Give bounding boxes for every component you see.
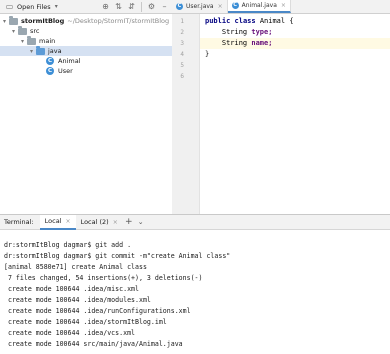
tree-item-label: main bbox=[39, 37, 56, 45]
tab-terminal-local[interactable]: Local × bbox=[39, 214, 76, 230]
tree-item-label: Animal bbox=[58, 57, 81, 65]
code-editor[interactable]: public class Animal { String type; Strin… bbox=[200, 14, 390, 214]
tree-item-label: src bbox=[30, 27, 40, 35]
tree-item-path: ~/Desktop/StormIT/stormItBlog bbox=[67, 17, 170, 25]
closing-brace: } bbox=[205, 50, 210, 58]
code-line-1[interactable]: public class Animal { bbox=[200, 16, 390, 27]
java-class-icon: C bbox=[176, 2, 183, 10]
terminal-line: create mode 100644 .idea/stormItBlog.iml bbox=[4, 318, 167, 326]
open-files-label: Open Files bbox=[17, 2, 51, 11]
keyword-public: public bbox=[205, 17, 231, 25]
terminal-title: Terminal: bbox=[4, 218, 34, 226]
code-line-3[interactable]: String name; bbox=[200, 38, 390, 49]
tree-item-java[interactable]: ▾ java bbox=[0, 46, 172, 56]
chevron-down-icon: ▾ bbox=[54, 3, 58, 10]
terminal-line: create mode 100644 .idea/runConfiguratio… bbox=[4, 307, 191, 315]
target-icon[interactable]: ⊕ bbox=[100, 1, 111, 13]
tab-animal-java[interactable]: C Animal.java × bbox=[227, 0, 291, 13]
terminal-line: dr:stormItBlog dagmar$ git commit -m"cre… bbox=[4, 252, 231, 260]
tree-item-label: User bbox=[58, 67, 73, 75]
close-icon[interactable]: × bbox=[66, 218, 71, 225]
toolbar-divider bbox=[141, 1, 142, 12]
line-number: 4 bbox=[180, 51, 184, 58]
terminal-line: create mode 100644 .idea/vcs.xml bbox=[4, 329, 136, 337]
line-number: 2 bbox=[180, 29, 184, 36]
tree-item-project-root[interactable]: ▾ stormItBlog ~/Desktop/StormIT/stormItB… bbox=[0, 16, 172, 26]
gear-icon[interactable]: ⚙ bbox=[146, 1, 157, 13]
keyword-class: class bbox=[234, 17, 256, 25]
terminal-line: create mode 100644 .idea/modules.xml bbox=[4, 296, 151, 304]
tree-item-user[interactable]: C User bbox=[0, 66, 172, 76]
chevron-down-icon[interactable]: ▾ bbox=[9, 28, 18, 35]
line-number: 1 bbox=[180, 18, 184, 25]
close-icon[interactable]: × bbox=[113, 219, 118, 226]
java-class-icon: C bbox=[46, 67, 54, 75]
tree-item-animal[interactable]: C Animal bbox=[0, 56, 172, 66]
add-terminal-button[interactable]: + bbox=[123, 217, 135, 227]
terminal-line: create mode 100644 .idea/misc.xml bbox=[4, 285, 139, 293]
line-number: 6 bbox=[180, 73, 184, 80]
editor-gutter: 1 2 3 4 5 6 bbox=[172, 14, 200, 214]
terminal-line: [animal 8580e71] create Animal class bbox=[4, 263, 147, 271]
minimize-icon[interactable]: – bbox=[159, 1, 170, 13]
open-files-dropdown[interactable]: ▭ Open Files ▾ bbox=[0, 0, 62, 14]
tree-item-label: java bbox=[48, 47, 62, 55]
close-icon[interactable]: × bbox=[218, 3, 223, 10]
terminal-output[interactable]: dr:stormItBlog dagmar$ git add . dr:stor… bbox=[0, 231, 390, 354]
java-class-icon: C bbox=[46, 57, 54, 65]
terminal-line: create mode 100644 src/main/java/Animal.… bbox=[4, 340, 183, 348]
chevron-down-icon[interactable]: ▾ bbox=[0, 18, 9, 25]
tree-item-main[interactable]: ▾ main bbox=[0, 36, 172, 46]
chevron-down-icon[interactable]: ▾ bbox=[27, 48, 36, 55]
source-folder-icon bbox=[36, 46, 45, 55]
code-line-2[interactable]: String type; bbox=[200, 27, 390, 38]
line-number: 3 bbox=[180, 40, 184, 47]
editor-tab-bar: C User.java × C Animal.java × bbox=[172, 0, 390, 14]
tree-item-label: stormItBlog bbox=[21, 17, 65, 25]
terminal-tab-bar: Terminal: Local × Local (2) × + ⌄ bbox=[0, 214, 390, 230]
project-toolbar: ▭ Open Files ▾ ⊕ ⇅ ⇵ ⚙ – bbox=[0, 0, 172, 14]
tree-item-src[interactable]: ▾ src bbox=[0, 26, 172, 36]
folder-icon bbox=[18, 26, 27, 35]
tab-label: Local (2) bbox=[80, 218, 109, 226]
expand-icon[interactable]: ⇅ bbox=[113, 1, 124, 13]
java-class-icon: C bbox=[231, 1, 239, 9]
line-number: 5 bbox=[180, 62, 184, 69]
type-string: String bbox=[221, 28, 248, 36]
field-name: name; bbox=[251, 39, 273, 47]
tab-label: User.java bbox=[186, 2, 214, 10]
project-tree: ▾ stormItBlog ~/Desktop/StormIT/stormItB… bbox=[0, 14, 172, 214]
field-type: type; bbox=[251, 28, 273, 36]
code-line-4[interactable]: } bbox=[200, 49, 390, 60]
tab-label: Animal.java bbox=[241, 1, 277, 9]
chevron-down-icon[interactable]: ▾ bbox=[18, 38, 27, 45]
tab-user-java[interactable]: C User.java × bbox=[172, 0, 228, 13]
type-string: String bbox=[221, 39, 248, 47]
folder-icon bbox=[27, 36, 36, 45]
terminal-line: dr:stormItBlog dagmar$ git add . bbox=[4, 241, 132, 249]
tab-terminal-local-2[interactable]: Local (2) × bbox=[76, 215, 123, 230]
collapse-icon[interactable]: ⇵ bbox=[126, 1, 137, 13]
class-name: Animal { bbox=[259, 17, 294, 25]
close-icon[interactable]: × bbox=[281, 2, 286, 9]
terminal-line: 7 files changed, 54 insertions(+), 3 del… bbox=[4, 274, 203, 282]
open-files-icon: ▭ bbox=[5, 2, 14, 11]
folder-icon bbox=[9, 16, 18, 25]
terminal-menu-button[interactable]: ⌄ bbox=[135, 218, 147, 226]
tab-label: Local bbox=[44, 217, 62, 225]
